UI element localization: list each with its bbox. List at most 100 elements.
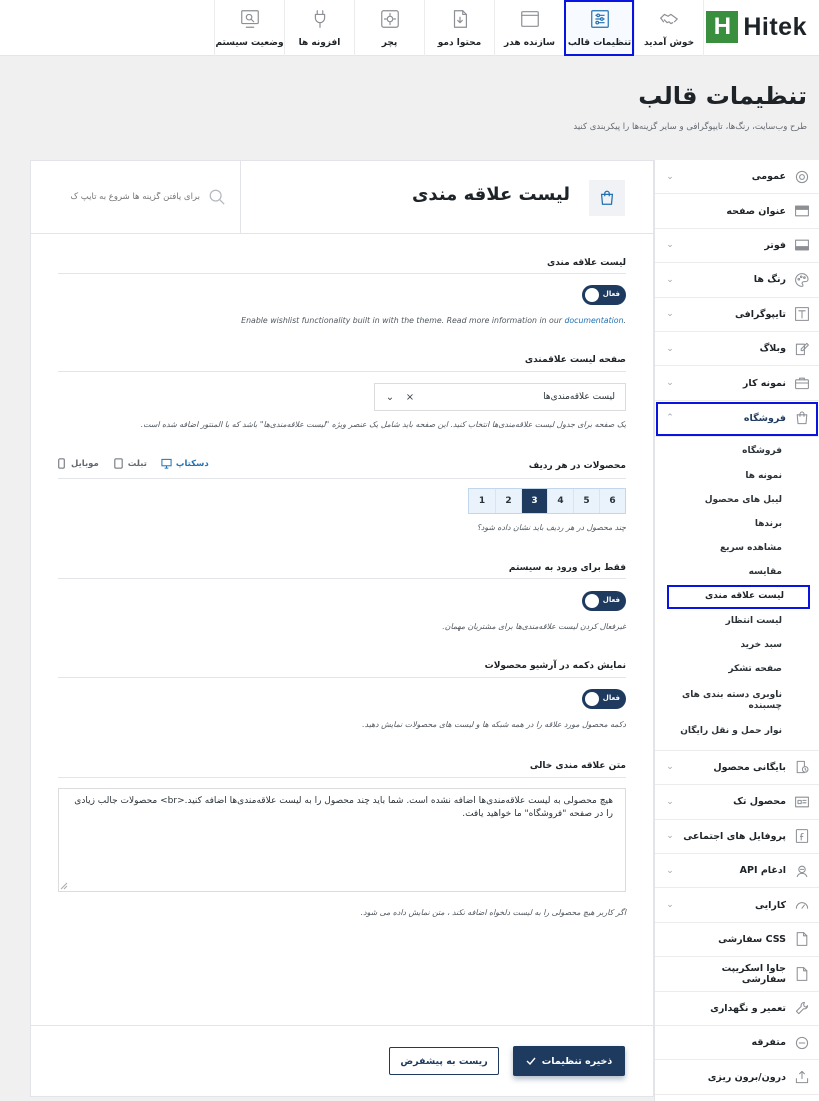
- chevron-down-icon: ⌄: [666, 378, 674, 389]
- sidebar-item[interactable]: رنگ ها ⌄: [655, 263, 819, 298]
- per-row-option[interactable]: 4: [547, 489, 573, 513]
- chevron-down-icon: ⌄: [666, 831, 674, 842]
- sidebar-item-label: کارایی: [755, 899, 786, 911]
- typography-icon: [794, 306, 810, 322]
- shopping-bag-icon: [794, 410, 810, 426]
- device-tab-label: دسکتاپ: [175, 458, 209, 469]
- wishlist-page-select[interactable]: لیست علاقه‌مندی‌ها × ⌄: [374, 383, 626, 411]
- submenu-item[interactable]: ناوبری دسته بندی های چسبنده: [655, 682, 819, 720]
- device-tab[interactable]: موبایل: [56, 458, 99, 469]
- check-icon: [526, 1057, 536, 1066]
- search-input[interactable]: [53, 192, 200, 202]
- submenu-item[interactable]: لیست علاقه مندی: [667, 584, 810, 610]
- toggle-knob: [585, 594, 599, 608]
- device-tab[interactable]: تبلت: [113, 458, 147, 469]
- sidebar-item-label: پروفایل های اجتماعی: [683, 830, 786, 842]
- speedometer-icon: [794, 897, 810, 913]
- logo[interactable]: H Hitek: [706, 10, 807, 44]
- topnav-system-status[interactable]: وضعیت سیستم: [214, 0, 284, 56]
- submenu-item[interactable]: برندها: [655, 512, 819, 536]
- submenu-item[interactable]: نمونه ها: [655, 464, 819, 488]
- per-row-option[interactable]: 3: [521, 489, 547, 513]
- toggle-state-label: فعال: [602, 694, 620, 702]
- save-settings-button[interactable]: ذخیره تنظیمات: [513, 1046, 625, 1076]
- topnav-theme-settings[interactable]: تنظیمات قالب: [564, 0, 634, 56]
- submenu-item[interactable]: مشاهده سریع: [655, 536, 819, 560]
- per-row-selector: 123456: [468, 488, 626, 514]
- option-search: [31, 161, 241, 233]
- select-value: لیست علاقه‌مندی‌ها: [543, 392, 615, 402]
- topnav-plugins[interactable]: افزونه ها: [284, 0, 354, 56]
- gear-icon: [794, 169, 810, 185]
- per-row-option[interactable]: 2: [495, 489, 521, 513]
- sidebar-item-label: عمومی: [751, 171, 786, 183]
- sidebar-item[interactable]: محصول تک ⌄: [655, 785, 819, 820]
- submenu-item[interactable]: صفحه تشکر: [655, 657, 819, 681]
- sidebar-item[interactable]: متفرقه: [655, 1026, 819, 1061]
- sidebar-item[interactable]: تایپوگرافی ⌄: [655, 298, 819, 332]
- topnav-demo-content[interactable]: محتوا دمو: [424, 0, 494, 56]
- topnav-label: افزونه ها: [298, 38, 341, 48]
- reset-defaults-button[interactable]: ریست به پیشفرض: [389, 1047, 499, 1075]
- handshake-icon: [658, 8, 680, 33]
- wishlist-toggle[interactable]: فعال: [582, 285, 626, 305]
- clear-icon[interactable]: ×: [405, 392, 415, 403]
- sidebar-item[interactable]: فوتر ⌄: [655, 229, 819, 264]
- per-row-option[interactable]: 5: [573, 489, 599, 513]
- minus-circle-icon: [794, 1035, 810, 1051]
- archive-button-toggle[interactable]: فعال: [582, 689, 626, 709]
- submenu-item[interactable]: مقایسه: [655, 561, 819, 585]
- topnav-header-builder[interactable]: سازنده هدر: [494, 0, 564, 56]
- shopping-bag-icon: [589, 180, 625, 216]
- submenu-item[interactable]: سبد خرید: [655, 633, 819, 657]
- submenu-item[interactable]: لیبل های محصول: [655, 488, 819, 512]
- sidebar-item[interactable]: درون/برون ریزی: [655, 1060, 819, 1095]
- plug-icon: [309, 8, 331, 33]
- submenu-item[interactable]: لیست انتظار: [655, 609, 819, 633]
- sidebar-item[interactable]: جاوا اسکریپت سفارشی: [655, 957, 819, 992]
- device-tab[interactable]: دسکتاپ: [161, 458, 209, 469]
- empty-text-label: متن علاقه مندی خالی: [529, 761, 626, 771]
- topnav-patcher[interactable]: پچر: [354, 0, 424, 56]
- topnav-label: تنظیمات قالب: [567, 38, 632, 48]
- chevron-down-icon[interactable]: ⌄: [385, 392, 395, 403]
- page-subtitle: طرح وب‌سایت، رنگ‌ها، تایپوگرافی و سایر گ…: [573, 122, 807, 132]
- sidebar-item[interactable]: پروفایل های اجتماعی ⌄: [655, 820, 819, 854]
- sidebar-item[interactable]: فروشگاه ⌃: [655, 401, 819, 437]
- submenu-item[interactable]: فروشگاه: [655, 440, 819, 464]
- resize-grip-icon[interactable]: [60, 882, 68, 890]
- submenu-item[interactable]: نوار حمل و نقل رایگان: [655, 720, 819, 744]
- divider: [58, 777, 626, 778]
- sidebar-item[interactable]: نمونه کار ⌄: [655, 366, 819, 401]
- per-row-option[interactable]: 1: [469, 489, 495, 513]
- search-icon: [209, 189, 225, 205]
- gear-box-icon: [379, 8, 401, 33]
- sidebar-item[interactable]: عمومی ⌄: [655, 160, 819, 195]
- topnav-welcome[interactable]: خوش آمدید: [634, 0, 704, 56]
- sidebar-item[interactable]: وبلاگ ⌄: [655, 332, 819, 367]
- wrench-icon: [794, 1000, 810, 1016]
- sidebar-item-label: ادغام API: [739, 865, 786, 877]
- documentation-link[interactable]: documentation: [564, 316, 623, 325]
- topnav-label: وضعیت سیستم: [215, 38, 284, 48]
- logo-text: Hitek: [743, 12, 807, 41]
- empty-text-textarea[interactable]: هیچ محصولی به لیست علاقه‌مندی‌ها اضافه ن…: [58, 788, 626, 892]
- sidebar-item[interactable]: CSS سفارشی: [655, 923, 819, 958]
- sidebar-item[interactable]: ادغام API ⌄: [655, 854, 819, 889]
- logged-in-only-toggle[interactable]: فعال: [582, 591, 626, 611]
- topnav-label: خوش آمدید: [643, 38, 695, 48]
- sidebar-item[interactable]: کارایی ⌄: [655, 888, 819, 923]
- chevron-down-icon: ⌄: [666, 762, 674, 773]
- sidebar-item[interactable]: بایگانی محصول ⌄: [655, 751, 819, 786]
- archive-clock-icon: [794, 759, 810, 775]
- per-row-option[interactable]: 6: [599, 489, 625, 513]
- chevron-down-icon: ⌄: [666, 865, 674, 876]
- sidebar-item[interactable]: عنوان صفحه: [655, 194, 819, 229]
- archive-button-description: دکمه محصول مورد علاقه را در همه شبکه ها …: [362, 720, 626, 729]
- sidebar-item[interactable]: تعمیر و نگهداری: [655, 992, 819, 1026]
- product-icon: [794, 794, 810, 810]
